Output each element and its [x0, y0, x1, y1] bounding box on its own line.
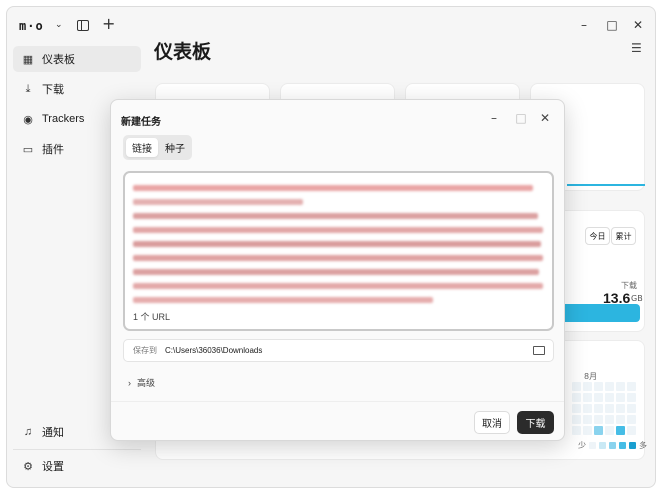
sidebar-item-label: 设置 — [42, 461, 64, 473]
advanced-label: 高级 — [137, 378, 156, 388]
app-logo[interactable]: m·o — [19, 19, 44, 33]
activity-heatmap — [572, 382, 636, 435]
grid-icon: ▦ — [22, 53, 34, 66]
close-button[interactable]: ✕ — [631, 18, 645, 32]
heatmap-cell — [616, 393, 625, 402]
sidebar-item-settings[interactable]: ⚙ 设置 — [13, 453, 141, 479]
heatmap-cell — [572, 382, 581, 391]
sidebar-item-label: Trackers — [42, 113, 85, 125]
heatmap-cell — [594, 404, 603, 413]
heatmap-cell — [605, 426, 614, 435]
heatmap-legend: 少 多 — [578, 440, 647, 451]
heatmap-cell — [572, 415, 581, 424]
tab-link[interactable]: 链接 — [126, 138, 158, 157]
save-path-field[interactable]: 保存到 C:\Users\36036\Downloads — [123, 339, 554, 362]
heatmap-cell — [605, 393, 614, 402]
heatmap-cell — [572, 393, 581, 402]
url-count: 1 个 URL — [133, 312, 171, 322]
chevron-down-icon[interactable]: ⌄ — [55, 20, 63, 30]
sidebar-item-dashboard[interactable]: ▦ 仪表板 — [13, 46, 141, 72]
legend-swatch — [589, 442, 596, 449]
download-icon: ⤓ — [25, 82, 31, 95]
redacted-url-text — [133, 183, 546, 303]
plugin-icon: ▭ — [22, 143, 34, 156]
gear-icon: ⚙ — [23, 460, 33, 473]
cancel-button[interactable]: 取消 — [474, 411, 510, 434]
advanced-toggle[interactable]: › 高级 — [128, 376, 155, 389]
heatmap-cell — [583, 382, 592, 391]
heatmap-cell — [583, 404, 592, 413]
heatmap-cell — [605, 415, 614, 424]
legend-swatch — [609, 442, 616, 449]
plus-icon[interactable]: + — [102, 14, 115, 33]
stat-unit: GB — [631, 294, 643, 303]
heatmap-cell — [594, 393, 603, 402]
legend-more: 多 — [639, 441, 647, 450]
filter-icon[interactable]: ☰ — [631, 41, 642, 55]
dialog-maximize-button[interactable]: □ — [514, 111, 528, 125]
heatmap-cell — [616, 382, 625, 391]
save-path-value: C:\Users\36036\Downloads — [165, 346, 263, 355]
heatmap-cell — [594, 426, 603, 435]
sidebar-divider — [13, 449, 141, 450]
legend-swatch — [599, 442, 606, 449]
heatmap-cell — [594, 415, 603, 424]
dialog-minimize-button[interactable]: – — [487, 111, 501, 125]
heatmap-cell — [627, 404, 636, 413]
range-today-button[interactable]: 今日 — [585, 227, 610, 245]
legend-swatch — [619, 442, 626, 449]
bell-icon: ♫ — [23, 426, 33, 438]
download-button[interactable]: 下载 — [517, 411, 554, 434]
legend-swatch — [629, 442, 636, 449]
dialog-close-button[interactable]: ✕ — [538, 111, 552, 125]
heatmap-cell — [616, 426, 625, 435]
folder-icon[interactable] — [533, 346, 545, 355]
page-title: 仪表板 — [154, 42, 212, 63]
tab-torrent[interactable]: 种子 — [160, 138, 190, 157]
chevron-right-icon: › — [128, 378, 131, 388]
heatmap-cell — [627, 382, 636, 391]
heatmap-cell — [605, 404, 614, 413]
heatmap-cell — [627, 415, 636, 424]
heatmap-cell — [616, 404, 625, 413]
sparkline — [567, 184, 645, 186]
new-task-dialog: 新建任务 – □ ✕ 链接 种子 1 个 URL 保存到 C:\Users\36… — [110, 99, 565, 441]
sidebar-item-label: 通知 — [42, 427, 64, 439]
minimize-button[interactable]: – — [577, 18, 591, 32]
sidebar-item-label: 插件 — [42, 144, 64, 156]
heatmap-cell — [616, 415, 625, 424]
heatmap-cell — [605, 382, 614, 391]
url-input[interactable]: 1 个 URL — [123, 171, 554, 331]
heatmap-cell — [583, 393, 592, 402]
heatmap-cell — [627, 426, 636, 435]
legend-less: 少 — [578, 441, 586, 450]
heatmap-cell — [594, 382, 603, 391]
task-type-tabs: 链接 种子 — [123, 135, 192, 160]
sidebar-toggle-icon[interactable] — [77, 20, 89, 31]
heatmap-cell — [572, 404, 581, 413]
radar-icon: ◉ — [23, 113, 33, 126]
heatmap-cell — [627, 393, 636, 402]
heatmap-cell — [572, 426, 581, 435]
sidebar-item-label: 下载 — [42, 84, 64, 96]
dialog-title: 新建任务 — [121, 117, 161, 128]
heatmap-month: 8月 — [584, 372, 598, 381]
range-total-button[interactable]: 累计 — [611, 227, 636, 245]
dialog-divider — [111, 401, 564, 402]
maximize-button[interactable]: □ — [605, 18, 619, 32]
heatmap-cell — [583, 426, 592, 435]
save-label: 保存到 — [133, 346, 157, 355]
heatmap-cell — [583, 415, 592, 424]
sidebar-item-label: 仪表板 — [42, 54, 75, 66]
